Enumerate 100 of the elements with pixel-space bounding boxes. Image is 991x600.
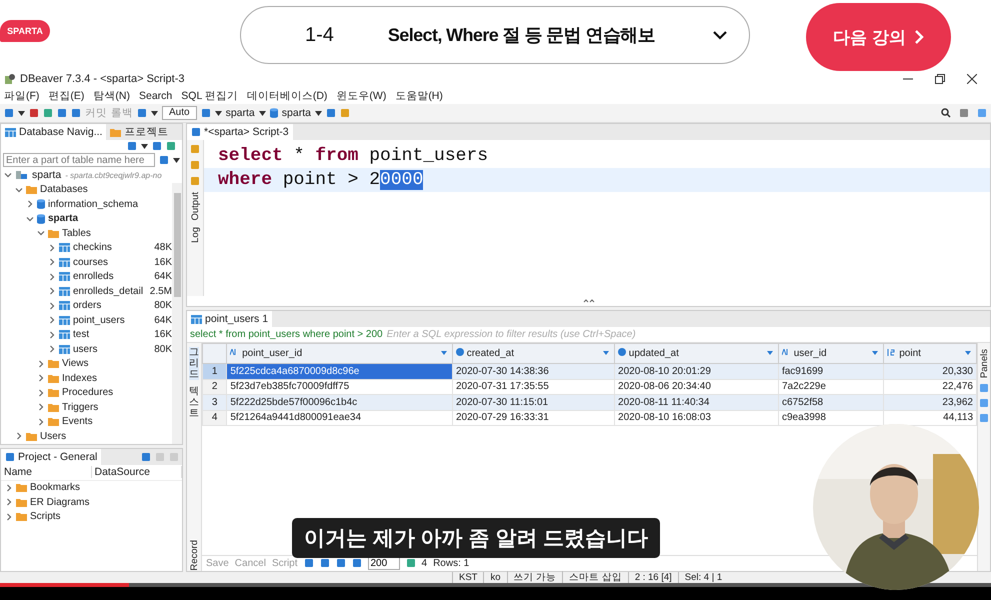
sort-filter-icon[interactable] — [440, 350, 449, 358]
row-number[interactable]: 1 — [202, 364, 227, 379]
schema-selector[interactable]: sparta — [282, 107, 311, 119]
next-lecture-button[interactable]: 다음 강의 — [806, 3, 951, 71]
chevron-right-icon[interactable] — [26, 200, 34, 208]
tree-item[interactable]: Databases — [40, 184, 88, 196]
menu-item[interactable]: 탐색(N) — [93, 89, 130, 103]
tree-item[interactable]: Procedures — [62, 387, 114, 398]
panel-tab[interactable]: Database Navig... — [1, 124, 106, 140]
menu-item[interactable]: Search — [139, 90, 172, 102]
column-header[interactable]: user_id — [778, 344, 884, 364]
tree-item[interactable]: checkins — [73, 242, 112, 254]
chevron-down-icon[interactable] — [4, 171, 12, 180]
chevron-right-icon[interactable] — [48, 272, 56, 281]
menu-item[interactable]: 파일(F) — [4, 89, 40, 103]
lecture-selector[interactable]: 1-4 Select, Where 절 등 문법 연습해보 — [240, 6, 750, 64]
dropdown-caret-icon[interactable] — [258, 110, 266, 116]
chevron-right-icon[interactable] — [37, 360, 45, 368]
tree-item[interactable]: information_schema — [48, 198, 138, 210]
chevron-right-icon[interactable] — [37, 403, 45, 412]
tree-item[interactable]: Users — [40, 430, 66, 442]
restore-icon[interactable] — [935, 74, 945, 84]
tree-item[interactable]: ER Diagrams — [30, 496, 90, 508]
row-number[interactable]: 3 — [202, 394, 227, 410]
panel-tab[interactable]: 프로젝트 — [106, 124, 172, 140]
tree-item[interactable]: Views — [62, 358, 88, 370]
menu-item[interactable]: 데이터베이스(D) — [246, 89, 328, 103]
tree-item[interactable]: courses — [73, 256, 108, 268]
column-header[interactable]: DataSource — [92, 466, 182, 478]
connection-selector[interactable]: sparta — [226, 107, 255, 119]
side-tab[interactable]: Record — [188, 540, 200, 570]
chevron-down-icon[interactable] — [26, 214, 34, 223]
editor-tab[interactable]: *<sparta> Script-3 — [187, 124, 293, 140]
menu-item[interactable]: 윈도우(W) — [336, 89, 386, 103]
row-number[interactable]: 4 — [202, 410, 227, 426]
column-header[interactable]: point — [884, 344, 976, 364]
side-tab[interactable]: Output — [190, 192, 200, 221]
column-header[interactable]: Name — [1, 466, 92, 478]
code-line: select * from point_users — [217, 145, 490, 168]
dropdown-caret-icon[interactable] — [141, 144, 148, 148]
logo[interactable]: SPARTA — [0, 20, 50, 42]
tree-item[interactable]: Indexes — [62, 372, 98, 384]
panel-tab[interactable]: Project - General — [1, 448, 102, 464]
dropdown-caret-icon[interactable] — [314, 110, 322, 116]
menu-item[interactable]: 도움말(H) — [395, 89, 443, 103]
chevron-right-icon[interactable] — [48, 330, 56, 339]
side-tab[interactable]: Panels — [978, 349, 990, 378]
folder-icon — [48, 374, 59, 383]
chevron-right-icon[interactable] — [37, 388, 45, 397]
column-header[interactable]: created_at — [452, 344, 615, 364]
chevron-right-icon[interactable] — [48, 287, 56, 296]
view-tab[interactable]: 텍스트 — [189, 386, 199, 419]
menu-item[interactable]: 편집(E) — [48, 89, 84, 103]
tree-item[interactable]: users — [73, 344, 98, 355]
chevron-right-icon[interactable] — [48, 258, 56, 266]
dropdown-caret-icon[interactable] — [151, 110, 158, 116]
table-filter-field[interactable]: Enter a part of table name here — [3, 153, 155, 167]
scrollbar[interactable] — [172, 182, 182, 444]
tree-item[interactable]: Triggers — [62, 402, 98, 413]
tree-item[interactable]: Tables — [62, 228, 91, 239]
chevron-down-icon[interactable] — [15, 186, 23, 194]
sash-handle-icon[interactable] — [582, 299, 594, 303]
chevron-right-icon[interactable] — [48, 345, 56, 354]
results-tab[interactable]: point_users 1 — [187, 311, 272, 327]
view-tab[interactable]: 그리드 — [189, 347, 199, 380]
tree-item[interactable]: Scripts — [30, 511, 61, 522]
tree-item[interactable]: test — [73, 329, 90, 340]
column-header[interactable]: updated_at — [614, 344, 778, 364]
close-icon[interactable] — [967, 74, 977, 84]
chevron-right-icon[interactable] — [37, 418, 45, 426]
tree-item[interactable]: point_users — [73, 314, 125, 326]
chevron-right-icon[interactable] — [48, 302, 56, 310]
commit-mode-field[interactable]: Auto — [162, 106, 197, 120]
chevron-right-icon[interactable] — [37, 374, 45, 382]
dropdown-caret-icon[interactable] — [173, 158, 180, 162]
sort-filter-icon[interactable] — [766, 350, 775, 358]
progress-track[interactable] — [0, 583, 991, 587]
sort-filter-icon[interactable] — [872, 350, 880, 358]
sort-filter-icon[interactable] — [965, 350, 973, 358]
tree-item[interactable]: sparta — [32, 169, 62, 182]
sort-filter-icon[interactable] — [603, 350, 612, 358]
tree-item[interactable]: enrolleds_detail — [73, 286, 144, 297]
chevron-right-icon[interactable] — [15, 432, 23, 440]
folder-icon — [48, 402, 59, 412]
tree-item[interactable]: Events — [62, 416, 93, 428]
side-tab[interactable]: Log — [190, 226, 200, 242]
menu-item[interactable]: SQL 편집기 — [181, 89, 238, 103]
tree-item[interactable]: orders — [73, 300, 102, 312]
column-header[interactable]: point_user_id — [226, 344, 452, 364]
search-icon[interactable] — [941, 108, 951, 118]
tree-item[interactable]: Bookmarks — [30, 482, 80, 494]
chevron-right-icon[interactable] — [48, 244, 56, 252]
dropdown-caret-icon[interactable] — [18, 110, 25, 116]
chevron-down-icon[interactable] — [37, 229, 45, 238]
dropdown-caret-icon[interactable] — [214, 110, 222, 116]
chevron-right-icon[interactable] — [48, 316, 56, 324]
tree-item[interactable]: enrolleds — [73, 271, 114, 282]
tree-item[interactable]: sparta — [48, 213, 78, 224]
row-number[interactable]: 2 — [202, 379, 227, 394]
folder-icon — [16, 498, 27, 507]
